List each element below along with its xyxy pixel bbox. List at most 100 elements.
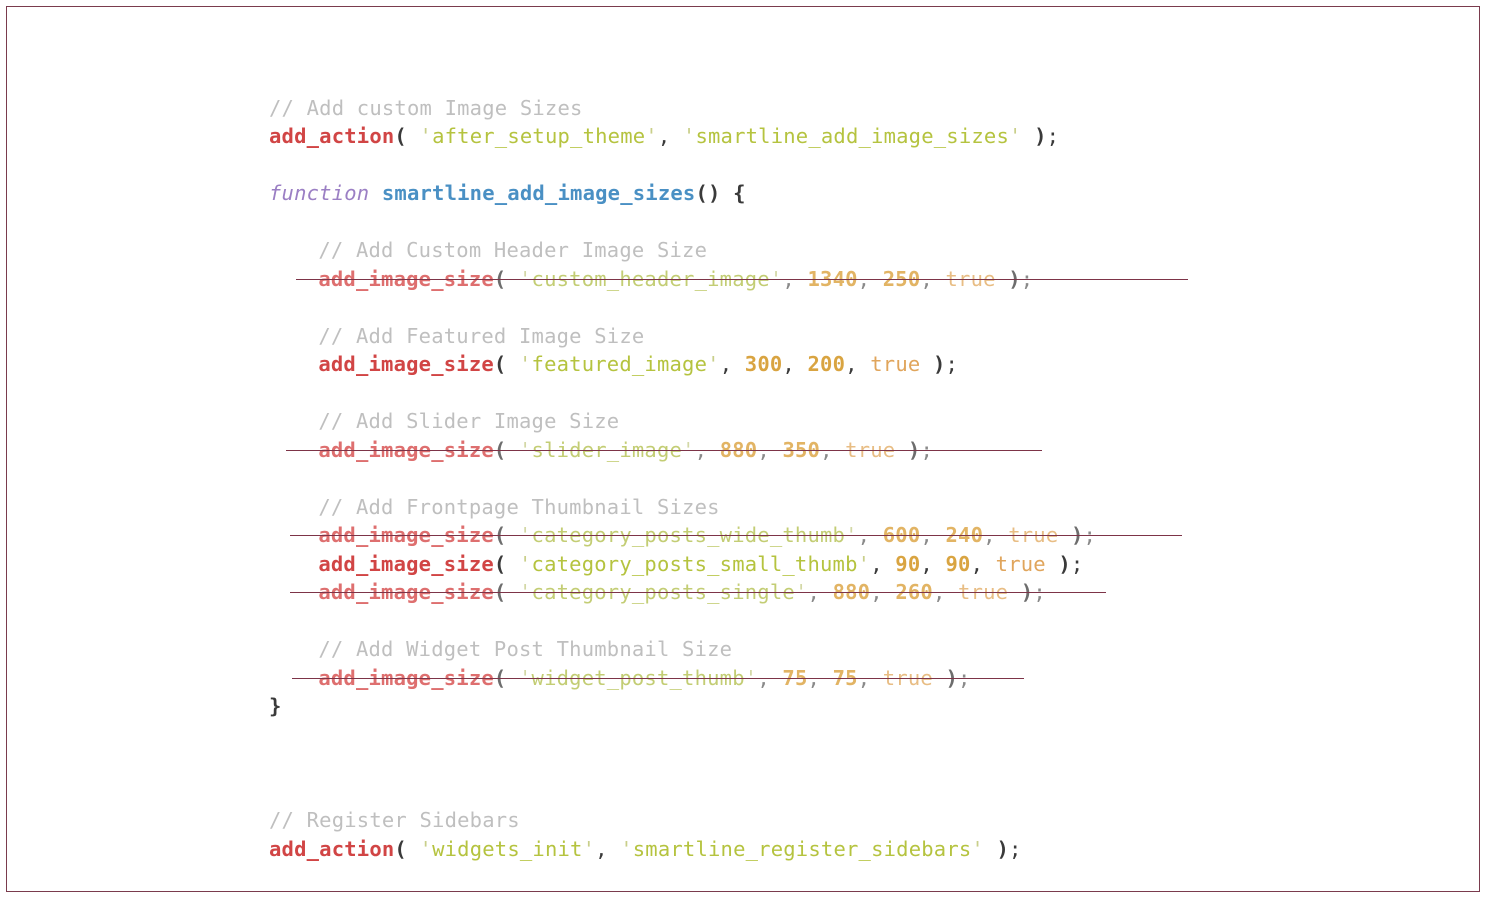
token-fn-call: add_image_size <box>318 665 494 690</box>
code-line: add_action( 'after_setup_theme', 'smartl… <box>269 122 1469 151</box>
token-punct: ) <box>1008 266 1021 291</box>
token-comma: , <box>870 551 883 576</box>
code-listing[interactable]: // Add custom Image Sizes add_action( 'af… <box>269 94 1469 864</box>
code-line-text: // Add Widget Post Thumbnail Size <box>318 637 732 661</box>
code-line: // Add Widget Post Thumbnail Size <box>269 635 1469 664</box>
token-keyword: function <box>269 181 370 205</box>
token-quote: ' <box>519 437 532 462</box>
code-line-text: // Add Featured Image Size <box>318 324 644 348</box>
token-comma: , <box>782 266 795 291</box>
token-quote: ' <box>519 523 532 547</box>
token-number: 75 <box>832 665 858 690</box>
token-comma: ; <box>1046 124 1060 148</box>
code-line-text: // Add Slider Image Size <box>318 409 619 433</box>
token-bool: true <box>1008 523 1059 547</box>
token-comma: , <box>757 437 770 462</box>
code-line-text: add_image_size( 'category_posts_small_th… <box>318 552 1083 576</box>
code-line-text: } <box>269 694 282 718</box>
token-comma: , <box>932 580 946 604</box>
token-string: category_posts_wide_thumb <box>531 523 846 547</box>
token-comma: ; <box>1009 836 1022 861</box>
token-quote: ' <box>857 551 871 576</box>
code-line-text: add_image_size( 'widget_post_thumb', 75,… <box>318 666 970 690</box>
code-line-text: add_image_size( 'featured_image', 300, 2… <box>318 352 958 376</box>
code-line-text: add_image_size( 'category_posts_single',… <box>318 580 1046 604</box>
token-number: 90 <box>945 551 971 576</box>
token-punct: ( <box>493 437 507 462</box>
code-line-text: // Register Sidebars <box>269 808 520 832</box>
token-comma: , <box>857 665 871 690</box>
token-quote: ' <box>682 437 695 462</box>
token-punct: ) <box>1070 523 1084 547</box>
token-quote: ' <box>519 266 532 291</box>
token-comma: ; <box>958 665 971 690</box>
token-string: smartline_register_sidebars <box>632 836 972 861</box>
token-comma: , <box>820 437 833 462</box>
token-comma: , <box>920 266 933 291</box>
code-line: // Add Slider Image Size <box>269 407 1469 436</box>
token-punct: ( <box>493 665 507 690</box>
token-comma: , <box>757 665 770 690</box>
token-comment: // Add Widget Post Thumbnail Size <box>318 637 733 661</box>
token-comment: // Add Frontpage Thumbnail Sizes <box>318 494 720 519</box>
token-number: 1340 <box>807 266 858 291</box>
token-number: 300 <box>744 352 783 376</box>
code-line-text: function smartline_add_image_sizes() { <box>269 181 746 205</box>
token-comma: ; <box>1020 266 1034 291</box>
token-bool: true <box>882 665 933 690</box>
token-comma: , <box>983 523 996 547</box>
token-fn-call: add_image_size <box>318 551 494 576</box>
token-number: 75 <box>782 665 808 690</box>
token-comma: , <box>807 580 821 604</box>
code-line: add_image_size( 'featured_image', 300, 2… <box>269 350 1469 379</box>
token-comment: // Add custom Image Sizes <box>269 95 583 120</box>
code-line: // Add Featured Image Size <box>269 322 1469 351</box>
code-line-text: add_action( 'after_setup_theme', 'smartl… <box>269 124 1059 148</box>
token-comma: , <box>595 836 608 861</box>
token-punct: } <box>269 694 282 718</box>
code-line-text: add_image_size( 'slider_image', 880, 350… <box>318 438 933 462</box>
code-line: } <box>269 692 1469 721</box>
token-comma: , <box>782 352 795 376</box>
code-line: add_image_size( 'widget_post_thumb', 75,… <box>269 664 1469 693</box>
token-comma: , <box>970 551 984 576</box>
code-line: // Add custom Image Sizes <box>269 94 1469 123</box>
code-line: add_image_size( 'custom_header_image', 1… <box>269 265 1469 294</box>
token-fn-call: add_action <box>269 124 395 148</box>
token-comma: , <box>694 437 708 462</box>
token-number: 880 <box>719 437 758 462</box>
code-line-text: // Add custom Image Sizes <box>269 96 583 120</box>
token-comma: ; <box>1083 523 1097 547</box>
token-number: 240 <box>945 523 984 547</box>
token-fn-name: smartline_add_image_sizes <box>381 181 696 205</box>
token-comment: // Add Slider Image Size <box>318 409 620 433</box>
code-line-text: // Add Custom Header Image Size <box>318 238 707 262</box>
token-string: widgets_init <box>432 836 583 861</box>
token-quote: ' <box>620 836 633 861</box>
token-quote: ' <box>582 836 596 861</box>
